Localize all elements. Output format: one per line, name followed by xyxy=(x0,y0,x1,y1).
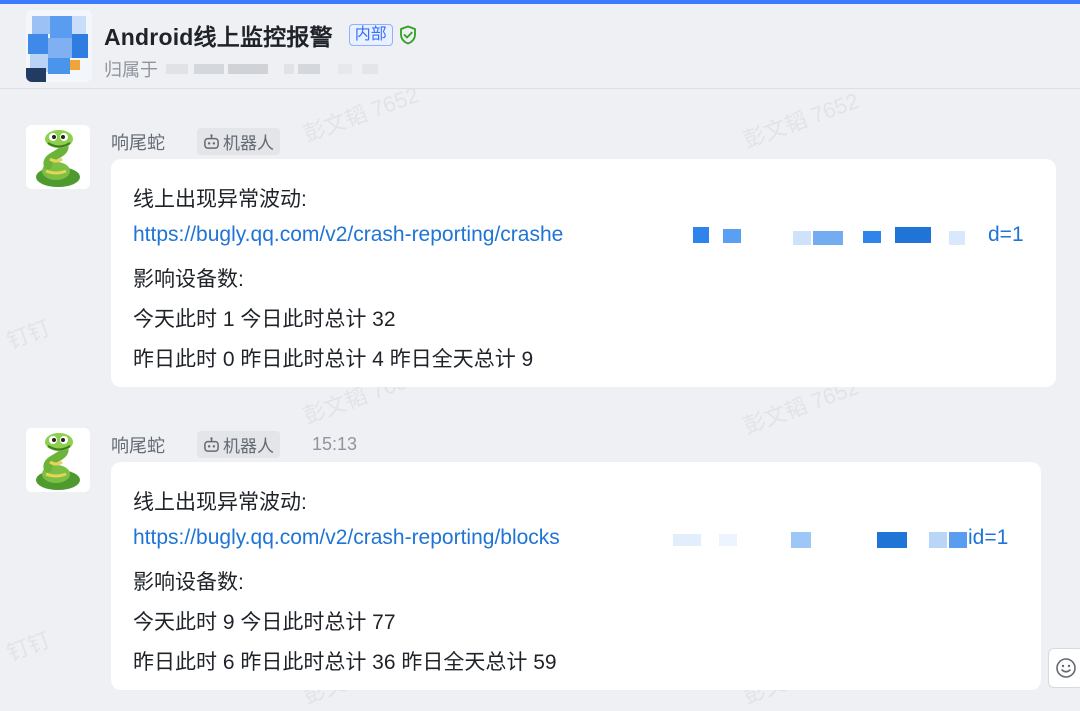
robot-icon xyxy=(204,134,219,149)
redacted-url xyxy=(877,532,907,548)
redacted-url xyxy=(693,227,709,243)
link-text-end[interactable]: d=1 xyxy=(988,223,1024,247)
shield-check-icon xyxy=(399,25,416,45)
today-stats: 今天此时 1 今日此时总计 32 xyxy=(133,308,396,331)
bot-badge-label: 机器人 xyxy=(223,134,274,153)
redacted-owner xyxy=(166,64,188,74)
redacted-url xyxy=(949,532,967,548)
devices-label: 影响设备数: xyxy=(133,268,244,291)
snake-avatar-icon xyxy=(26,428,90,492)
message-list[interactable]: 彭文韬 7652 彭文韬 7652 彭文韬 7652 彭文韬 7652 彭文韬 … xyxy=(0,89,1080,711)
chat-header: Android线上监控报警 内部 归属于 xyxy=(0,4,1080,89)
yesterday-stats: 昨日此时 0 昨日此时总计 4 昨日全天总计 9 xyxy=(133,348,534,371)
watermark: 彭文韬 7652 xyxy=(739,89,863,153)
redacted-url xyxy=(813,231,843,245)
redacted-url xyxy=(791,532,811,548)
group-title: Android线上监控报警 xyxy=(104,24,333,50)
internal-tag: 内部 xyxy=(348,24,393,46)
redacted-owner xyxy=(338,64,352,74)
redacted-owner xyxy=(284,64,294,74)
redacted-owner xyxy=(298,64,320,74)
owner-row: 归属于 xyxy=(104,56,378,82)
redacted-url xyxy=(929,532,947,548)
robot-icon xyxy=(204,437,219,452)
message-time: 15:13 xyxy=(312,434,358,454)
bot-badge: 机器人 xyxy=(197,128,280,155)
bot-badge: 机器人 xyxy=(197,431,280,458)
sender-name[interactable]: 响尾蛇 xyxy=(111,129,165,155)
avatar[interactable] xyxy=(26,428,90,492)
redacted-url xyxy=(949,231,965,245)
redacted-url xyxy=(863,231,881,243)
owner-label: 归属于 xyxy=(104,60,158,80)
link-text-start[interactable]: https://bugly.qq.com/v2/crash-reporting/… xyxy=(133,223,563,246)
message-heading: 线上出现异常波动: xyxy=(133,491,307,514)
message-link[interactable]: https://bugly.qq.com/v2/crash-reporting/… xyxy=(133,526,1021,552)
redacted-owner xyxy=(228,64,268,74)
watermark: 钉钉 xyxy=(3,315,54,354)
redacted-url xyxy=(719,534,737,546)
redacted-url xyxy=(895,227,931,243)
redacted-owner xyxy=(194,64,224,74)
message-bubble[interactable]: 线上出现异常波动: https://bugly.qq.com/v2/crash-… xyxy=(111,159,1056,387)
message-link[interactable]: https://bugly.qq.com/v2/crash-reporting/… xyxy=(133,223,1033,249)
smiley-icon xyxy=(1056,658,1076,678)
bot-badge-label: 机器人 xyxy=(223,437,274,456)
redacted-url xyxy=(655,526,967,552)
redacted-url xyxy=(723,229,741,243)
devices-label: 影响设备数: xyxy=(133,571,244,594)
sender-name[interactable]: 响尾蛇 xyxy=(111,432,165,458)
link-text-start[interactable]: https://bugly.qq.com/v2/crash-reporting/… xyxy=(133,526,560,549)
redacted-url xyxy=(793,231,811,245)
group-avatar[interactable] xyxy=(26,10,92,82)
link-text-end[interactable]: id=1 xyxy=(968,526,1008,550)
redacted-owner xyxy=(362,64,378,74)
yesterday-stats: 昨日此时 6 昨日此时总计 36 昨日全天总计 59 xyxy=(133,651,557,674)
avatar[interactable] xyxy=(26,125,90,189)
snake-avatar-icon xyxy=(26,125,90,189)
message-heading: 线上出现异常波动: xyxy=(133,188,307,211)
watermark: 钉钉 xyxy=(3,627,54,666)
today-stats: 今天此时 9 今日此时总计 77 xyxy=(133,611,396,634)
message-bubble[interactable]: 线上出现异常波动: https://bugly.qq.com/v2/crash-… xyxy=(111,462,1041,690)
watermark: 彭文韬 7652 xyxy=(299,89,423,147)
redacted-url xyxy=(673,534,701,546)
emoji-reaction-button[interactable] xyxy=(1048,648,1080,688)
